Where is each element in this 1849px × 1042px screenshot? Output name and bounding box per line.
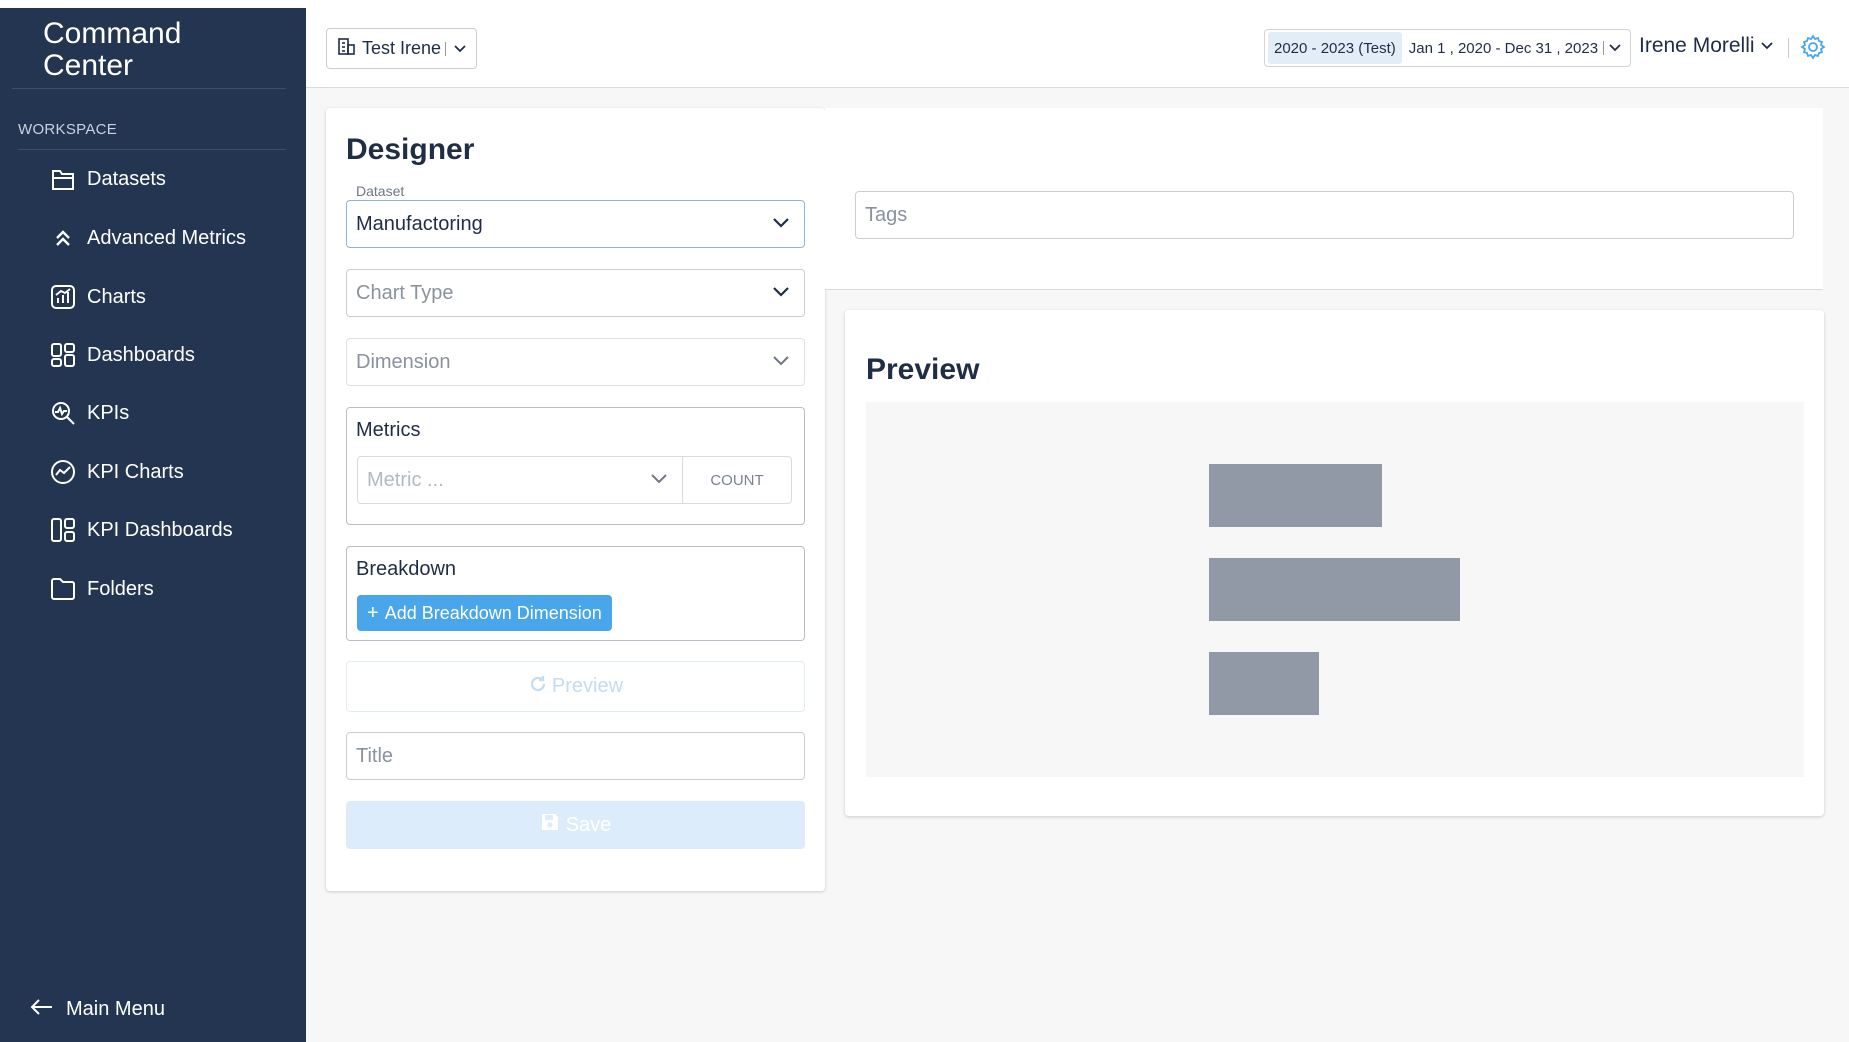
org-name: Test Irene	[362, 38, 442, 58]
sidebar-item-label: Folders	[87, 577, 154, 600]
sidebar-item-label: KPI Charts	[87, 460, 184, 483]
sidebar-item-advanced-metrics[interactable]: Advanced Metrics	[48, 221, 246, 255]
breakdown-group: Breakdown + Add Breakdown Dimension	[346, 546, 805, 641]
sidebar-item-label: Advanced Metrics	[87, 226, 246, 249]
metric-select[interactable]: Metric ...	[357, 456, 683, 504]
save-button[interactable]: Save	[346, 801, 805, 849]
dataset-label: Dataset	[356, 183, 405, 199]
preview-button[interactable]: Preview	[346, 661, 805, 712]
placeholder-bar	[1209, 464, 1382, 527]
building-icon	[336, 36, 356, 61]
charts-icon	[48, 282, 78, 312]
title-input[interactable]	[346, 732, 805, 780]
sidebar-top-strip	[0, 0, 306, 8]
designer-title: Designer	[346, 133, 475, 166]
tags-panel	[825, 108, 1823, 290]
divider	[1603, 41, 1605, 55]
aggregation-count-button[interactable]: COUNT	[683, 456, 792, 504]
brand-text: Command Center	[43, 17, 182, 82]
divider	[445, 41, 447, 56]
date-range-selector[interactable]: 2020 - 2023 (Test) Jan 1 , 2020 - Dec 31…	[1264, 29, 1631, 67]
chevron-down-icon	[772, 216, 790, 234]
chevron-down-icon	[650, 472, 668, 490]
divider	[18, 149, 286, 150]
dimension-placeholder: Dimension	[356, 350, 451, 373]
sidebar-item-charts[interactable]: Charts	[48, 280, 146, 314]
sidebar-item-kpi-dashboards[interactable]: KPI Dashboards	[48, 513, 233, 547]
divider	[825, 289, 1823, 290]
designer-panel: Designer Dataset Manufactoring Chart Typ…	[326, 108, 825, 891]
date-range-text: Jan 1 , 2020 - Dec 31 , 2023	[1408, 39, 1599, 57]
kpi-charts-icon	[48, 457, 78, 487]
breakdown-label: Breakdown	[356, 558, 457, 580]
dataset-select[interactable]: Manufactoring	[346, 200, 805, 248]
brand-title: Command Center	[43, 18, 243, 82]
metric-placeholder: Metric ...	[367, 468, 444, 491]
sidebar-item-label: KPIs	[87, 401, 130, 424]
chart-type-placeholder: Chart Type	[356, 281, 454, 304]
sidebar-item-label: Charts	[87, 285, 146, 308]
sidebar: Command Center WORKSPACE Datasets Advanc…	[0, 0, 306, 1042]
save-icon	[540, 812, 560, 838]
metrics-label: Metrics	[356, 419, 421, 441]
preview-button-label: Preview	[551, 675, 624, 697]
gear-icon[interactable]	[1800, 34, 1826, 65]
date-preset-badge: 2020 - 2023 (Test)	[1268, 32, 1402, 64]
chevron-down-icon	[772, 354, 790, 372]
add-breakdown-button[interactable]: + Add Breakdown Dimension	[357, 595, 612, 631]
divider	[12, 88, 286, 89]
placeholder-bar	[1209, 558, 1460, 621]
user-menu[interactable]: Irene Morelli	[1639, 34, 1773, 58]
workspace-label: WORKSPACE	[18, 121, 118, 138]
chart-preview-placeholder	[866, 402, 1804, 777]
sidebar-item-kpis[interactable]: KPIs	[48, 396, 129, 430]
chevron-down-icon	[1760, 37, 1773, 55]
tags-input[interactable]	[855, 191, 1794, 239]
datasets-icon	[48, 164, 78, 194]
top-header: Test Irene 2020 - 2023 (Test) Jan 1 , 20…	[306, 0, 1849, 88]
preview-title: Preview	[866, 353, 980, 386]
placeholder-bar	[1209, 652, 1319, 715]
sidebar-item-label: Datasets	[87, 167, 166, 190]
chevron-down-icon	[454, 40, 466, 58]
kpis-icon	[48, 398, 78, 428]
refresh-icon	[528, 674, 548, 700]
user-name: Irene Morelli	[1639, 34, 1755, 57]
main-menu-link[interactable]: Main Menu	[30, 998, 165, 1021]
sidebar-item-dashboards[interactable]: Dashboards	[48, 338, 195, 372]
chevron-down-icon	[1609, 39, 1621, 57]
sidebar-item-folders[interactable]: Folders	[48, 572, 154, 606]
save-button-label: Save	[565, 813, 612, 836]
sidebar-item-label: KPI Dashboards	[87, 518, 233, 541]
preview-panel: Preview	[845, 310, 1824, 816]
main-menu-label: Main Menu	[66, 998, 165, 1020]
arrow-left-icon	[30, 998, 54, 1021]
dimension-select[interactable]: Dimension	[346, 338, 805, 386]
sidebar-item-kpi-charts[interactable]: KPI Charts	[48, 455, 184, 489]
add-breakdown-label: Add Breakdown Dimension	[384, 602, 602, 623]
folder-icon	[48, 574, 78, 604]
sidebar-item-datasets[interactable]: Datasets	[48, 162, 166, 196]
plus-icon: +	[367, 601, 379, 624]
dashboards-icon	[48, 340, 78, 370]
divider	[1788, 38, 1789, 58]
sidebar-item-label: Dashboards	[87, 343, 195, 366]
dataset-value: Manufactoring	[356, 212, 483, 235]
chevron-down-icon	[772, 285, 790, 303]
metrics-group: Metrics Metric ... COUNT	[346, 407, 805, 525]
advanced-metrics-icon	[48, 223, 78, 253]
org-selector[interactable]: Test Irene	[326, 28, 477, 69]
kpi-dashboards-icon	[48, 515, 78, 545]
chart-type-select[interactable]: Chart Type	[346, 269, 805, 317]
